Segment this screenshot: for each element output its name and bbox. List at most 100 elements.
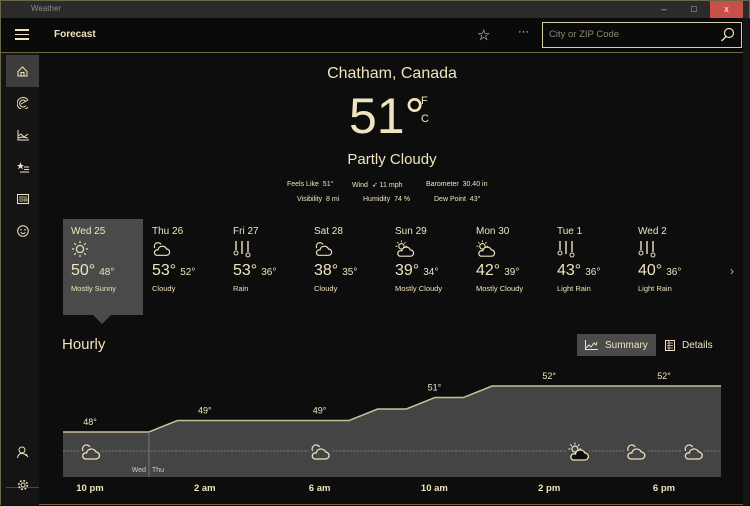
day-forecast-4[interactable]: Sun 29 39° 34° Mostly Cloudy [387, 219, 467, 315]
humidity-value: 74 % [394, 196, 411, 203]
day-condition: Cloudy [314, 284, 338, 293]
daily-forecast: Wed 25 50° 48° Mostly Sunny Thu 26 53° 52° Clou… [63, 219, 727, 329]
day-condition: Cloudy [152, 284, 176, 293]
unit-fahrenheit[interactable]: F [421, 95, 428, 107]
high-temp: 50° [71, 262, 96, 279]
summary-button[interactable]: Summary [577, 334, 656, 356]
page-title: Forecast [54, 29, 96, 40]
hourly-time-label: 10 am [421, 483, 448, 494]
day-label: Wed 25 [71, 226, 106, 237]
day-condition: Light Rain [638, 284, 672, 293]
day-forecast-5[interactable]: Mon 30 42° 39° Mostly Cloudy [468, 219, 548, 315]
hourly-chart: Wed Thu 48° 49° 49° 51° 52° 52° 10 pm 2 am 6 am 10 … [63, 371, 721, 494]
day-label: Wed 2 [638, 226, 667, 237]
wind-label: Wind [352, 182, 368, 189]
day-forecast-7[interactable]: Wed 2 40° 36° Light Rain [630, 219, 710, 315]
day-label: Sat 28 [314, 226, 343, 237]
favorite-star-icon[interactable]: ☆ [477, 26, 490, 44]
wind: Wind ➶ 11 mph [352, 181, 403, 189]
day-label: Fri 27 [233, 226, 259, 237]
sidebar-item-life[interactable] [6, 215, 39, 247]
dew-point-label: Dew Point [434, 196, 466, 203]
day-condition: Mostly Cloudy [395, 284, 443, 293]
feels-like: Feels Like 51° [287, 181, 333, 188]
day-label: Mon 30 [476, 226, 510, 237]
feels-like-label: Feels Like [287, 181, 319, 188]
search-icon[interactable] [720, 27, 735, 42]
mostly-cloudy-icon [476, 240, 496, 257]
hamburger-menu-icon[interactable] [15, 29, 29, 40]
day-divider-before: Wed [132, 467, 146, 474]
hourly-cloudy-icon [79, 442, 101, 460]
visibility: Visibility 8 mi [297, 196, 339, 203]
radar-icon [16, 97, 28, 109]
sun-icon [71, 240, 89, 258]
day-forecast-3[interactable]: Sat 28 38° 35° Cloudy [306, 219, 386, 315]
sidebar-item-maps[interactable] [6, 87, 39, 119]
low-temp: 36° [585, 267, 601, 278]
day-forecast-1[interactable]: Thu 26 53° 52° Cloudy [144, 219, 224, 315]
minimize-button[interactable]: – [649, 1, 679, 18]
hourly-cloudy-icon [681, 442, 704, 460]
hourly-temp-label: 49° [313, 406, 327, 416]
day-divider-after: Thu [152, 467, 164, 474]
hourly-temp-label: 52° [542, 371, 556, 381]
hourly-cloudy-icon [308, 442, 331, 460]
visibility-value: 8 mi [326, 196, 340, 203]
list-details-icon [665, 339, 675, 351]
mostly-cloudy-icon [395, 240, 415, 257]
hourly-time-label: 2 am [194, 483, 216, 494]
mostly-cloudy-icon [395, 240, 459, 262]
summary-label: Summary [605, 339, 648, 351]
day-label: Tue 1 [557, 226, 583, 237]
high-temp: 43° [557, 262, 582, 279]
humidity: Humidity 74 % [363, 196, 410, 203]
next-days-chevron-icon[interactable]: › [730, 264, 734, 278]
location-name: Chatham, Canada [327, 65, 457, 82]
weather-window: Weather – □ x Forecast ☆ ··· Chatham, Ca… [0, 0, 750, 505]
dew-point: Dew Point 43° [434, 196, 480, 203]
day-label: Thu 26 [152, 226, 184, 237]
sidebar-item-news[interactable] [6, 183, 39, 215]
close-button[interactable]: x [710, 1, 743, 18]
day-forecast-6[interactable]: Tue 1 43° 36° Light Rain [549, 219, 629, 315]
sidebar-item-historical-weather[interactable] [6, 119, 39, 151]
high-temp: 39° [395, 262, 420, 279]
maximize-button[interactable]: □ [679, 1, 709, 18]
sun-icon [71, 240, 135, 262]
high-temp: 38° [314, 262, 339, 279]
unit-celsius[interactable]: C [421, 113, 429, 125]
high-temp: 40° [638, 262, 663, 279]
low-temp: 36° [261, 267, 277, 278]
mostly-cloudy-icon [476, 240, 540, 262]
chart-icon [17, 129, 29, 140]
window-right-edge [743, 18, 750, 505]
smiley-icon [16, 225, 29, 237]
hourly-temp-label: 48° [83, 417, 97, 427]
hourly-title: Hourly [62, 336, 106, 353]
window-title: Weather [31, 4, 62, 13]
low-temp: 34° [423, 267, 439, 278]
current-temperature: 51° [349, 88, 425, 144]
humidity-label: Humidity [363, 196, 391, 203]
barometer-value: 30.40 in [462, 181, 488, 188]
hourly-time-label: 10 pm [76, 483, 103, 494]
rain-icon [233, 240, 297, 262]
low-temp: 48° [99, 267, 115, 278]
rain-icon [638, 241, 656, 258]
rain-icon [557, 240, 621, 262]
low-temp: 36° [666, 267, 682, 278]
more-options-button[interactable]: ··· [518, 26, 529, 38]
cloudy-icon [153, 242, 171, 256]
search-box [542, 22, 742, 48]
details-button[interactable]: Details [657, 334, 721, 356]
title-bar: Weather – □ x [1, 1, 749, 18]
selected-day-pointer [93, 315, 111, 324]
day-forecast-2[interactable]: Fri 27 53° 36° Rain [225, 219, 305, 315]
barometer: Barometer 30.40 in [426, 181, 488, 188]
cloudy-icon [314, 240, 378, 262]
area-chart-icon [585, 340, 598, 350]
search-input[interactable] [543, 23, 713, 46]
day-forecast-0[interactable]: Wed 25 50° 48° Mostly Sunny [63, 219, 143, 315]
hourly-temp-label: 49° [198, 406, 212, 416]
